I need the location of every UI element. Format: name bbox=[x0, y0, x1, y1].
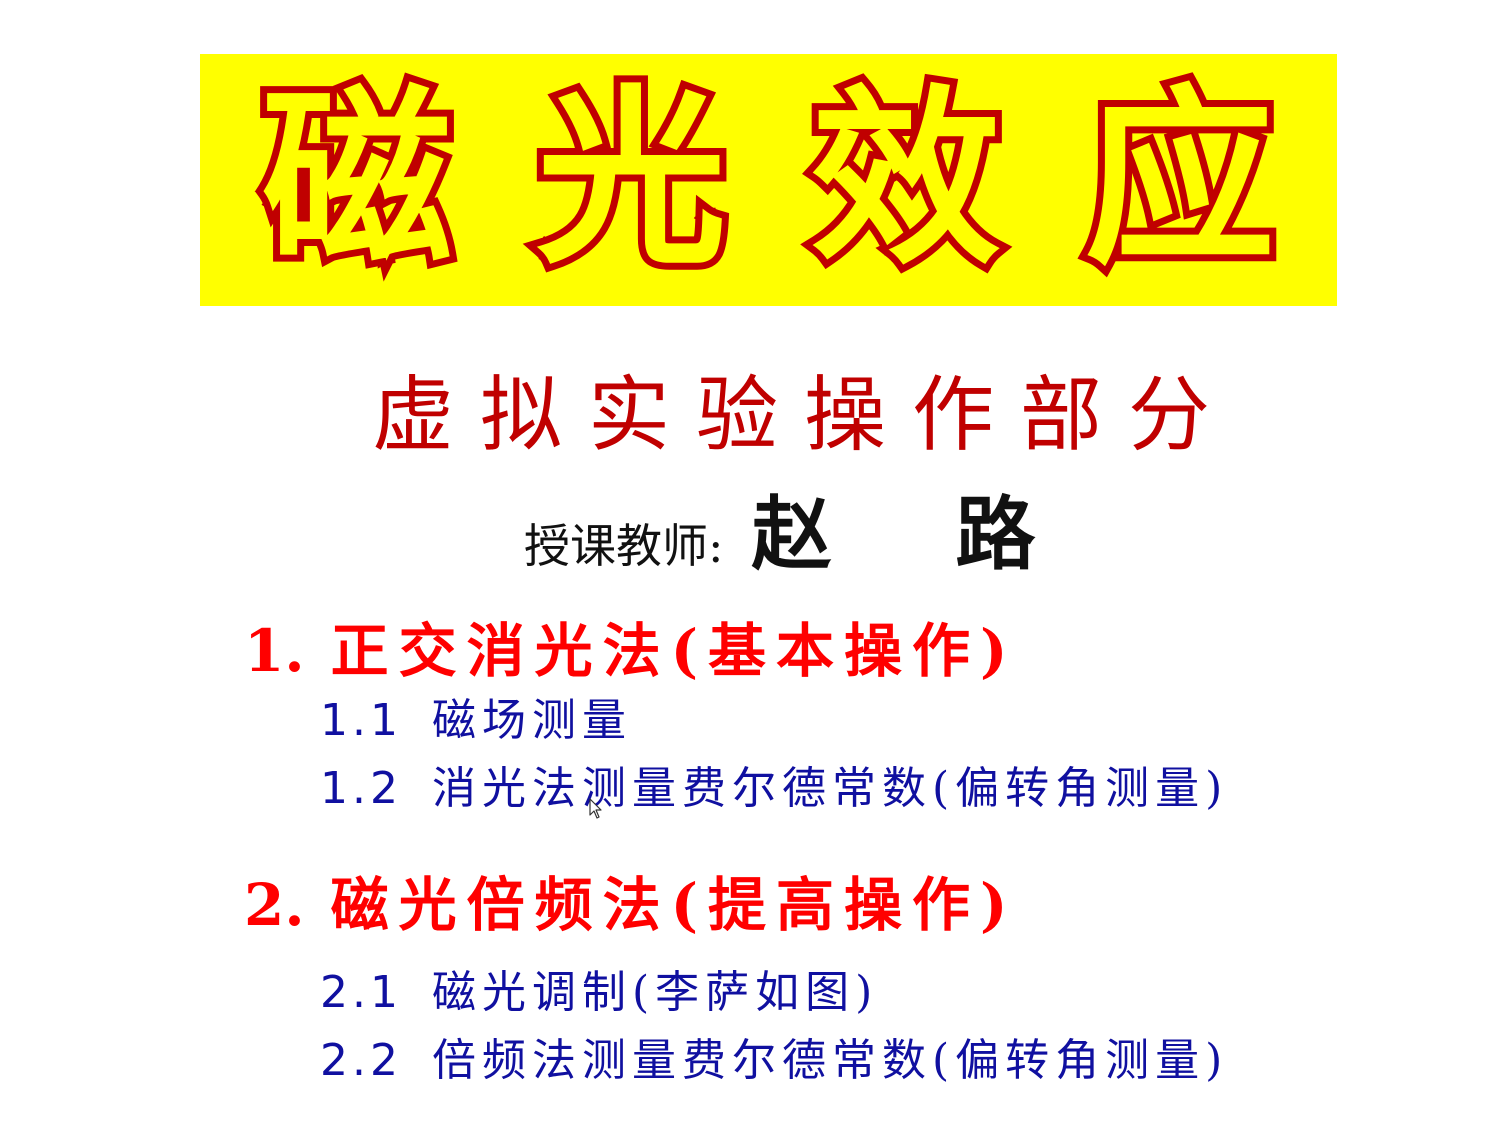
section-number: 2. bbox=[244, 871, 305, 939]
sub-item-text: 消光法测量费尔德常数(偏转角测量) bbox=[431, 763, 1229, 814]
sub-item-number: 2.2 bbox=[320, 1035, 402, 1086]
section-title: 磁光倍频法(提高操作) bbox=[330, 871, 1018, 939]
subtitle: 虚拟实验操作部分 bbox=[372, 368, 1237, 463]
sub-item-number: 1.1 bbox=[320, 695, 402, 746]
section-title: 正交消光法(基本操作) bbox=[330, 617, 1018, 685]
sub-item-number: 2.1 bbox=[320, 967, 402, 1018]
slide: 磁 光 效 应 虚拟实验操作部分 授课教师: 赵 路 1. 正交消光法(基本操作)… bbox=[0, 0, 1510, 1123]
sub-item-text: 磁光调制(李萨如图) bbox=[431, 967, 879, 1018]
sub-item-text: 倍频法测量费尔德常数(偏转角测量) bbox=[431, 1035, 1229, 1086]
sub-item-2-1: 2.1 磁光调制(李萨如图) bbox=[320, 956, 878, 1020]
teacher-name: 赵 路 bbox=[751, 487, 1084, 581]
title-char-2: 光 bbox=[529, 69, 733, 290]
mouse-pointer-icon bbox=[589, 798, 602, 819]
title-char-4: 应 bbox=[1078, 69, 1282, 290]
sub-item-number: 1.2 bbox=[320, 763, 402, 814]
section-number: 1. bbox=[244, 617, 305, 685]
sub-item-1-1: 1.1 磁场测量 bbox=[320, 684, 632, 748]
sub-item-2-2: 2.2 倍频法测量费尔德常数(偏转角测量) bbox=[320, 1024, 1228, 1088]
title-char-1: 磁 bbox=[255, 69, 459, 290]
section-heading-2: 2. 磁光倍频法(提高操作) bbox=[244, 858, 1017, 942]
teacher-label: 授课教师: bbox=[524, 519, 724, 573]
title-char-3: 效 bbox=[804, 69, 1008, 290]
sub-item-1-2: 1.2 消光法测量费尔德常数(偏转角测量) bbox=[320, 752, 1228, 816]
title-banner: 磁 光 效 应 bbox=[200, 54, 1337, 306]
section-heading-1: 1. 正交消光法(基本操作) bbox=[244, 604, 1017, 688]
sub-item-text: 磁场测量 bbox=[431, 695, 632, 746]
teacher-row: 授课教师: 赵 路 bbox=[524, 470, 1083, 586]
